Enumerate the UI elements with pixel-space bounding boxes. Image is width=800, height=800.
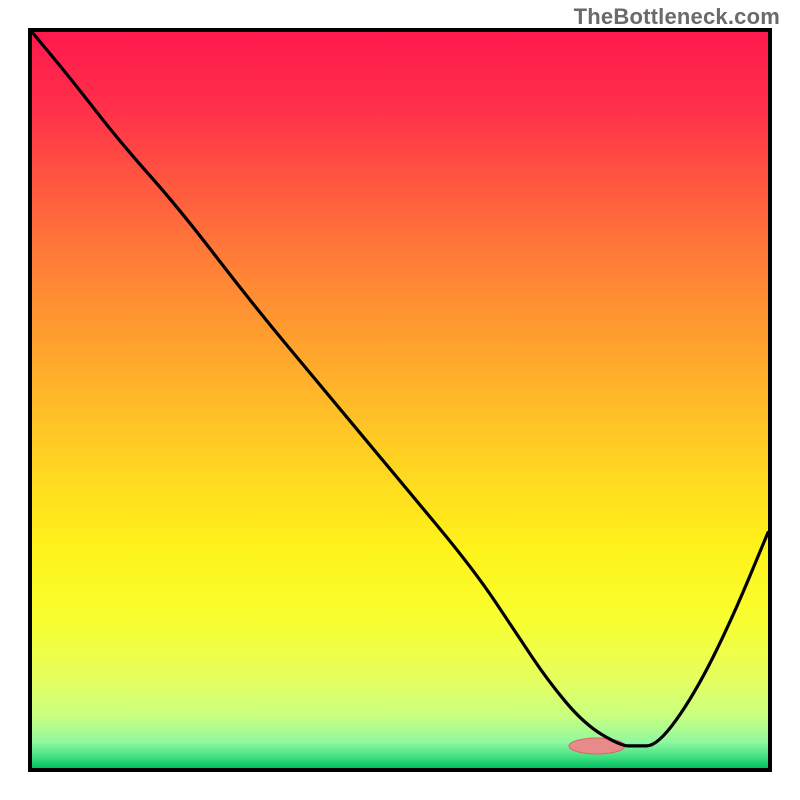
watermark-text: TheBottleneck.com [574, 4, 780, 30]
chart-container: TheBottleneck.com [0, 0, 800, 800]
optimal-range-marker [569, 738, 625, 754]
gradient-background [32, 32, 768, 768]
plot-area [28, 28, 772, 772]
chart-svg [32, 32, 768, 768]
